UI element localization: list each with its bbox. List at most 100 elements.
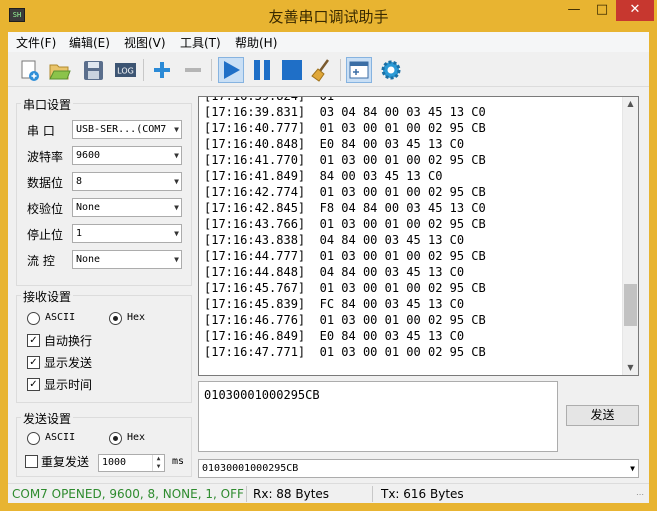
client-area: 文件(F) 编辑(E) 视图(V) 工具(T) 帮助(H) LOG 串口设置 串… [8, 32, 649, 503]
repeat-interval-stepper[interactable]: 1000 ▲ ▼ [98, 454, 165, 472]
window-title: 友善串口调试助手 [268, 8, 389, 26]
scroll-up-icon[interactable]: ▲ [623, 97, 638, 111]
send-settings-title: 发送设置 [21, 410, 74, 427]
receive-log[interactable]: [17:16:39.824] 01 [17:16:39.831] 03 04 84… [198, 96, 639, 376]
log-line: [17:16:41.849] 84 00 03 45 13 C0 [204, 169, 443, 183]
chevron-down-icon: ▼ [174, 177, 179, 186]
auto-wrap-checkbox[interactable]: ✓ [27, 334, 40, 347]
send-ascii-radio[interactable] [27, 432, 40, 445]
log-line: [17:16:43.838] 04 84 00 03 45 13 C0 [204, 233, 465, 247]
log-line: [17:16:45.767] 01 03 00 01 00 02 95 CB [204, 281, 486, 295]
log-line: [17:16:39.831] 03 04 84 00 03 45 13 C0 [204, 105, 486, 119]
repeat-send-label: 重复发送 [41, 455, 90, 469]
log-line: [17:16:41.770] 01 03 00 01 00 02 95 CB [204, 153, 486, 167]
remove-icon[interactable] [180, 57, 206, 83]
log-lines: [17:16:39.824] 01 [17:16:39.831] 03 04 84… [204, 97, 486, 360]
receive-hex-label: Hex [127, 312, 146, 323]
title-bar[interactable]: SH 友善串口调试助手 — □ ✕ [0, 0, 657, 32]
pause-icon[interactable] [249, 57, 275, 83]
send-hex-label: Hex [127, 432, 146, 443]
resize-grip-icon[interactable]: ⋯ [636, 490, 644, 499]
app-window: SH 友善串口调试助手 — □ ✕ 文件(F) 编辑(E) 视图(V) 工具(T… [0, 0, 657, 511]
parity-select[interactable]: None ▼ [72, 198, 182, 217]
play-icon[interactable] [218, 57, 244, 83]
menu-edit[interactable]: 编辑(E) [69, 34, 110, 51]
log-line: [17:16:40.777] 01 03 00 01 00 02 95 CB [204, 121, 486, 135]
window-icon[interactable] [346, 57, 372, 83]
clear-broom-icon[interactable] [309, 57, 335, 83]
toolbar: LOG [8, 53, 649, 87]
send-input[interactable]: 01030001000295CB [198, 381, 558, 452]
chevron-down-icon: ▼ [174, 229, 179, 238]
menu-tools[interactable]: 工具(T) [180, 34, 221, 51]
chevron-down-icon: ▼ [630, 464, 635, 473]
log-line: [17:16:46.849] E0 84 00 03 45 13 C0 [204, 329, 465, 343]
receive-ascii-label: ASCII [45, 312, 76, 323]
log-scrollbar[interactable]: ▲ ▼ [622, 97, 638, 375]
menu-bar: 文件(F) 编辑(E) 视图(V) 工具(T) 帮助(H) [8, 32, 649, 52]
log-line: [17:16:40.848] E0 84 00 03 45 13 C0 [204, 137, 465, 151]
menu-file[interactable]: 文件(F) [16, 34, 56, 51]
toolbar-separator [340, 59, 341, 81]
receive-hex-radio[interactable] [109, 312, 122, 325]
repeat-send-checkbox[interactable] [25, 455, 38, 468]
receive-settings-group: 接收设置 [16, 288, 192, 403]
receive-ascii-radio[interactable] [27, 312, 40, 325]
port-status: COM7 OPENED, 9600, 8, NONE, 1, OFF [12, 487, 244, 501]
flow-control-select[interactable]: None ▼ [72, 250, 182, 269]
toolbar-separator [143, 59, 144, 81]
auto-wrap-label: 自动换行 [44, 334, 93, 348]
show-time-label: 显示时间 [44, 378, 93, 392]
rx-count: Rx: 88 Bytes [253, 487, 330, 501]
log-icon[interactable]: LOG [112, 57, 138, 83]
maximize-icon[interactable]: □ [588, 0, 616, 21]
send-hex-radio[interactable] [109, 432, 122, 445]
log-line: [17:16:44.777] 01 03 00 01 00 02 95 CB [204, 249, 486, 263]
show-time-checkbox[interactable]: ✓ [27, 378, 40, 391]
save-icon[interactable] [80, 57, 106, 83]
stepper-arrows-icon[interactable]: ▲ ▼ [152, 455, 164, 471]
send-button[interactable]: 发送 [566, 405, 639, 426]
log-line: [17:16:45.839] FC 84 00 03 45 13 C0 [204, 297, 465, 311]
chevron-down-icon: ▼ [174, 151, 179, 160]
status-divider [372, 486, 373, 502]
show-send-label: 显示发送 [44, 356, 93, 370]
send-history-select[interactable]: 01030001000295CB ▼ [198, 459, 639, 478]
parity-label: 校验位 [27, 202, 64, 216]
show-send-checkbox[interactable]: ✓ [27, 356, 40, 369]
log-line: [17:16:46.776] 01 03 00 01 00 02 95 CB [204, 313, 486, 327]
log-line: [17:16:43.766] 01 03 00 01 00 02 95 CB [204, 217, 486, 231]
data-bits-select[interactable]: 8 ▼ [72, 172, 182, 191]
data-bits-label: 数据位 [27, 176, 64, 190]
close-icon[interactable]: ✕ [616, 0, 654, 21]
log-line: [17:16:42.774] 01 03 00 01 00 02 95 CB [204, 185, 486, 199]
baud-select[interactable]: 9600 ▼ [72, 146, 182, 165]
stop-icon[interactable] [279, 57, 305, 83]
tx-count: Tx: 616 Bytes [381, 487, 464, 501]
status-divider [246, 486, 247, 502]
add-icon[interactable] [149, 57, 175, 83]
minimize-icon[interactable]: — [560, 0, 588, 21]
log-line: [17:16:44.848] 04 84 00 03 45 13 C0 [204, 265, 465, 279]
menu-view[interactable]: 视图(V) [124, 34, 166, 51]
open-file-icon[interactable] [46, 57, 72, 83]
scroll-thumb[interactable] [624, 284, 637, 326]
settings-gear-icon[interactable] [378, 57, 404, 83]
stop-bits-label: 停止位 [27, 228, 64, 242]
log-line: [17:16:47.771] 01 03 00 01 00 02 95 CB [204, 345, 486, 359]
scroll-down-icon[interactable]: ▼ [623, 361, 638, 375]
log-line: [17:16:42.845] F8 04 84 00 03 45 13 C0 [204, 201, 486, 215]
chevron-down-icon: ▼ [174, 125, 179, 134]
receive-settings-title: 接收设置 [21, 288, 74, 305]
port-select[interactable]: USB-SER...(COM7 ▼ [72, 120, 182, 139]
new-file-icon[interactable] [16, 57, 42, 83]
serial-settings-title: 串口设置 [21, 96, 74, 113]
chevron-down-icon: ▼ [174, 203, 179, 212]
baud-label: 波特率 [27, 150, 64, 164]
chevron-down-icon: ▼ [174, 255, 179, 264]
stop-bits-select[interactable]: 1 ▼ [72, 224, 182, 243]
menu-help[interactable]: 帮助(H) [235, 34, 277, 51]
status-bar: COM7 OPENED, 9600, 8, NONE, 1, OFF Rx: 8… [8, 483, 649, 503]
svg-text:LOG: LOG [117, 67, 134, 76]
send-ascii-label: ASCII [45, 432, 76, 443]
